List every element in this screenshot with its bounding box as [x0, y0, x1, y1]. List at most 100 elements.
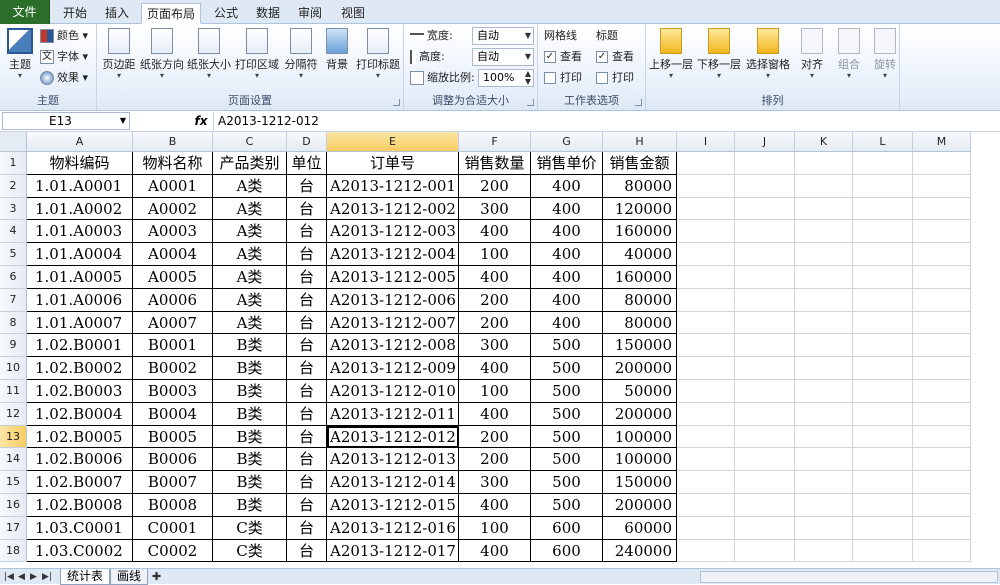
theme-button[interactable]: 主题 ▾: [4, 28, 36, 80]
tab-data[interactable]: 数据: [249, 3, 287, 24]
gridlines-print-checkbox[interactable]: 打印: [544, 68, 582, 88]
cell[interactable]: [853, 357, 913, 380]
cell[interactable]: [913, 311, 971, 335]
cell[interactable]: [735, 266, 795, 289]
cell[interactable]: [853, 334, 913, 358]
cell[interactable]: [735, 471, 795, 494]
row-header[interactable]: 13: [0, 425, 27, 449]
column-title-cell[interactable]: 单位: [287, 152, 327, 175]
gridlines-view-checkbox[interactable]: ✓ 查看: [544, 47, 582, 67]
column-header-C[interactable]: C: [213, 132, 287, 152]
row-header[interactable]: 12: [0, 402, 27, 426]
row-header[interactable]: 6: [0, 266, 27, 289]
cell[interactable]: [677, 174, 735, 198]
cell[interactable]: 400: [459, 402, 531, 426]
cell[interactable]: 500: [531, 471, 603, 494]
cell[interactable]: 400: [531, 220, 603, 244]
cell[interactable]: A2013-1212-011: [327, 402, 459, 426]
tab-view[interactable]: 视图: [334, 3, 372, 24]
cell[interactable]: A0004: [133, 243, 213, 266]
cell[interactable]: 80000: [603, 311, 677, 335]
cell[interactable]: [677, 471, 735, 494]
cell[interactable]: 台: [287, 402, 327, 426]
cell[interactable]: [677, 334, 735, 358]
cell[interactable]: A类: [213, 197, 287, 221]
cell[interactable]: A0002: [133, 197, 213, 221]
row-header[interactable]: 1: [0, 152, 27, 175]
cell[interactable]: [677, 288, 735, 312]
cell[interactable]: [913, 539, 971, 563]
cell[interactable]: 200000: [603, 402, 677, 426]
cell[interactable]: 1.02.B0003: [27, 380, 133, 403]
cell[interactable]: A2013-1212-015: [327, 494, 459, 517]
select-all-corner[interactable]: [0, 132, 27, 152]
cell[interactable]: 240000: [603, 539, 677, 563]
cell[interactable]: A类: [213, 288, 287, 312]
cell[interactable]: A0003: [133, 220, 213, 244]
column-title-cell[interactable]: 销售数量: [459, 152, 531, 175]
cell[interactable]: 300: [459, 197, 531, 221]
cell[interactable]: 600: [531, 539, 603, 563]
cell[interactable]: [853, 539, 913, 563]
cell[interactable]: [795, 471, 853, 494]
cell[interactable]: 1.01.A0003: [27, 220, 133, 244]
column-header-E[interactable]: E: [327, 132, 459, 152]
column-header-G[interactable]: G: [531, 132, 603, 152]
cell[interactable]: [795, 197, 853, 221]
tab-page-layout[interactable]: 页面布局: [141, 3, 201, 24]
cell[interactable]: 200: [459, 311, 531, 335]
cell[interactable]: A2013-1212-012: [327, 425, 459, 449]
dialog-launcher-icon[interactable]: [527, 99, 534, 106]
cell[interactable]: 台: [287, 494, 327, 517]
row-header[interactable]: 3: [0, 197, 27, 221]
row-header[interactable]: 10: [0, 357, 27, 380]
cell[interactable]: 1.01.A0007: [27, 311, 133, 335]
cell[interactable]: A2013-1212-016: [327, 516, 459, 540]
insert-sheet-icon[interactable]: ✚: [152, 569, 161, 585]
cell[interactable]: [913, 357, 971, 380]
cell[interactable]: B类: [213, 380, 287, 403]
cell[interactable]: 400: [531, 197, 603, 221]
cell[interactable]: B类: [213, 494, 287, 517]
cell[interactable]: [913, 402, 971, 426]
insert-function-button[interactable]: fx: [192, 112, 210, 130]
row-header[interactable]: 8: [0, 311, 27, 335]
cell[interactable]: [795, 152, 853, 175]
cell[interactable]: [913, 471, 971, 494]
cell[interactable]: A2013-1212-007: [327, 311, 459, 335]
cell[interactable]: 80000: [603, 288, 677, 312]
page-setup-button-4[interactable]: 打印区域 ▾: [233, 28, 281, 80]
cell[interactable]: [677, 197, 735, 221]
arrange-button-3[interactable]: 选择窗格 ▾: [744, 28, 792, 80]
column-header-F[interactable]: F: [459, 132, 531, 152]
cell[interactable]: [735, 516, 795, 540]
cell[interactable]: 500: [531, 494, 603, 517]
cell[interactable]: [735, 197, 795, 221]
cell[interactable]: [853, 220, 913, 244]
cell[interactable]: 150000: [603, 334, 677, 358]
cell[interactable]: 150000: [603, 471, 677, 494]
row-header[interactable]: 18: [0, 539, 27, 563]
cell[interactable]: [735, 402, 795, 426]
cell[interactable]: 400: [531, 288, 603, 312]
cell[interactable]: 400: [531, 311, 603, 335]
cell[interactable]: 1.01.A0005: [27, 266, 133, 289]
last-sheet-icon[interactable]: ▶|: [42, 569, 52, 585]
cell[interactable]: B类: [213, 448, 287, 472]
cell[interactable]: 台: [287, 243, 327, 266]
cell[interactable]: 500: [531, 380, 603, 403]
cell[interactable]: [735, 243, 795, 266]
horizontal-scrollbar[interactable]: [700, 571, 998, 583]
column-title-cell[interactable]: 产品类别: [213, 152, 287, 175]
cell[interactable]: 1.02.B0005: [27, 425, 133, 449]
cell[interactable]: B0004: [133, 402, 213, 426]
cell[interactable]: [677, 152, 735, 175]
cell[interactable]: [735, 539, 795, 563]
row-header[interactable]: 14: [0, 448, 27, 472]
cell[interactable]: 100: [459, 243, 531, 266]
row-header[interactable]: 11: [0, 380, 27, 403]
row-header[interactable]: 7: [0, 288, 27, 312]
row-header[interactable]: 2: [0, 174, 27, 198]
cell[interactable]: A0006: [133, 288, 213, 312]
cell[interactable]: B0005: [133, 425, 213, 449]
